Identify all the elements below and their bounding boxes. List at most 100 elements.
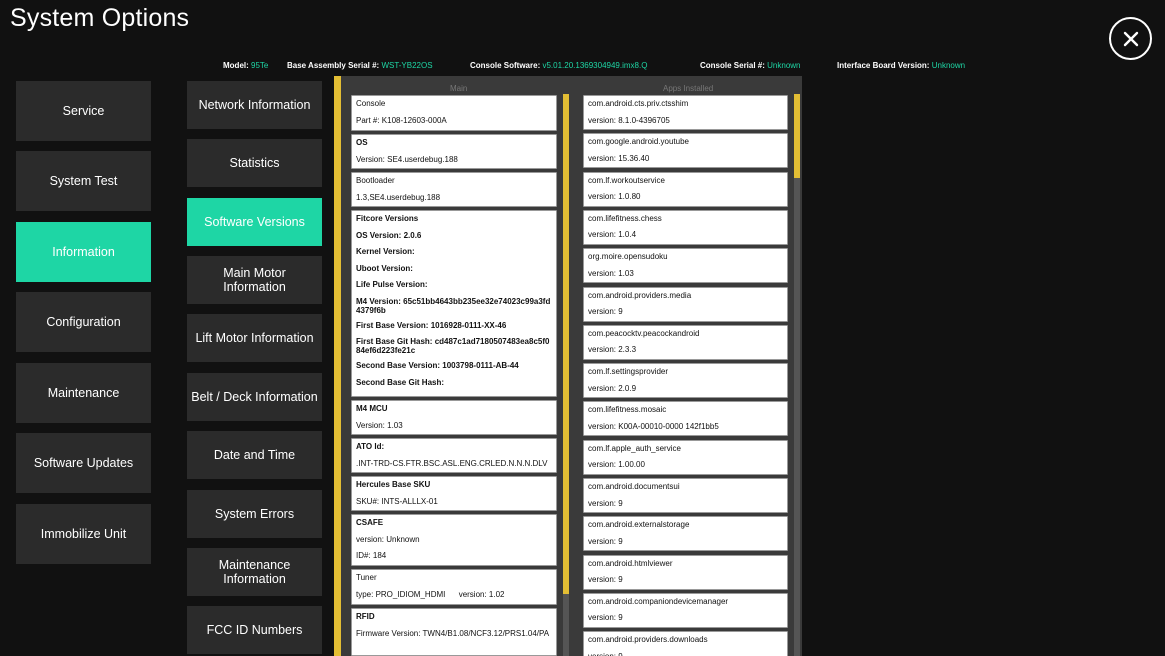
card-title: Console — [356, 99, 386, 108]
card-title: OS — [356, 138, 368, 147]
page-title: System Options — [10, 4, 190, 32]
main-scrollbar-thumb[interactable] — [563, 94, 569, 594]
subnav-belt-deck-information[interactable]: Belt / Deck Information — [187, 373, 322, 421]
app-name: com.android.cts.priv.ctsshim — [588, 99, 689, 108]
app-version: version: K00A-00010-0000 142f1bb5 — [588, 421, 719, 431]
app-name: com.lifefitness.mosaic — [588, 405, 667, 415]
app-name: com.android.providers.downloads — [588, 635, 708, 645]
card-value: Version: SE4.userdebug.188 — [356, 154, 458, 164]
close-icon — [1123, 31, 1138, 46]
sidebar-item-software-updates[interactable]: Software Updates — [16, 433, 151, 493]
app-version: version: 15.36.40 — [588, 153, 650, 163]
subnav-main-motor-information[interactable]: Main Motor Information — [187, 256, 322, 304]
card-console: Console Part #: K108-12603-000A — [351, 95, 557, 131]
subnav-software-versions[interactable]: Software Versions — [187, 198, 322, 246]
card-value: OS Version: 2.0.6 — [356, 230, 422, 240]
card-title: Fitcore Versions — [356, 214, 419, 223]
app-card: com.android.providers.media version: 9 — [583, 286, 788, 322]
card-tuner: Tuner type: PRO_IDIOM_HDMI version: 1.02 — [351, 569, 557, 605]
sidebar-item-system-test[interactable]: System Test — [16, 151, 151, 211]
card-fitcore-versions: Fitcore Versions OS Version: 2.0.6 Kerne… — [351, 210, 557, 397]
app-name: com.android.externalstorage — [588, 520, 690, 530]
app-name: com.android.companiondevicemanager — [588, 596, 729, 606]
sidebar-item-configuration[interactable]: Configuration — [16, 292, 151, 352]
sidebar-item-immobilize-unit[interactable]: Immobilize Unit — [16, 504, 151, 564]
card-value: Second Base Git Hash: — [356, 377, 445, 387]
app-card: com.lf.settingsprovider version: 2.0.9 — [583, 363, 788, 399]
app-name: com.lf.apple_auth_service — [588, 443, 681, 453]
card-m4-mcu: M4 MCU Version: 1.03 — [351, 400, 557, 435]
app-name: com.android.htmlviewer — [588, 558, 673, 568]
sidebar-item-maintenance[interactable]: Maintenance — [16, 363, 151, 423]
card-value: First Base Version: 1016928-0111-XX-46 — [356, 320, 507, 330]
app-card: com.android.documentsui version: 9 — [583, 478, 788, 513]
card-title: Hercules Base SKU — [356, 480, 431, 489]
card-title: Bootloader — [356, 176, 395, 185]
app-version: version: 1.00.00 — [588, 460, 645, 470]
app-name: com.lifefitness.chess — [588, 213, 662, 223]
app-version: version: 1.0.80 — [588, 192, 641, 202]
card-title: ATO Id: — [356, 442, 385, 451]
app-version: version: 1.0.4 — [588, 230, 637, 240]
card-title: CSAFE — [356, 518, 384, 527]
app-name: com.lf.settingsprovider — [588, 367, 669, 377]
card-value: Uboot Version: — [356, 263, 413, 273]
app-version: version: 8.1.0-4396705 — [588, 115, 670, 125]
app-version: version: 9 — [588, 536, 623, 546]
card-value: ID#: 184 — [356, 551, 387, 560]
app-card: org.moire.opensudoku version: 1.03 — [583, 248, 788, 284]
card-csafe: CSAFE version: Unknown ID#: 184 — [351, 514, 557, 566]
main-column-header: Main — [450, 84, 468, 93]
app-version: version: 9 — [588, 307, 623, 316]
subnav-date-and-time[interactable]: Date and Time — [187, 431, 322, 479]
card-hercules-base-sku: Hercules Base SKU SKU#: INTS-ALLLX-01 — [351, 476, 557, 511]
card-value: Firmware Version: TWN4/B1.08/NCF3.12/PRS… — [356, 628, 550, 638]
app-card: com.peacocktv.peacockandroid version: 2.3… — [583, 324, 788, 360]
apps-scrollbar-thumb[interactable] — [794, 94, 800, 178]
app-card: com.android.htmlviewer version: 9 — [583, 554, 788, 590]
card-value: M4 Version: 65c51bb4643bb235ee32e74023c9… — [356, 296, 551, 315]
card-value: Kernel Version: — [356, 247, 415, 256]
app-version: version: 9 — [588, 652, 783, 656]
app-name: com.peacocktv.peacockandroid — [588, 328, 700, 338]
app-name: com.lf.workoutservice — [588, 175, 665, 185]
close-button[interactable] — [1109, 17, 1152, 60]
card-value: .INT-TRD-CS.FTR.BSC.ASL.ENG.CRLED.N.N.N.… — [356, 458, 548, 468]
subnav-statistics[interactable]: Statistics — [187, 139, 322, 187]
sidebar-item-information[interactable]: Information — [16, 222, 151, 282]
info-console-software: Console Software: v5.01.20.1369304949.im… — [470, 61, 648, 70]
app-version: version: 9 — [588, 613, 623, 623]
card-value: type: PRO_IDIOM_HDMI version: 1.02 — [356, 589, 505, 599]
app-card: com.android.externalstorage version: 9 — [583, 516, 788, 552]
subnav-maintenance-information[interactable]: Maintenance Information — [187, 548, 322, 596]
info-interface-board: Interface Board Version: Unknown — [837, 61, 966, 70]
card-title: Tuner — [356, 573, 377, 582]
card-value: 1.3,SE4.userdebug.188 — [356, 192, 441, 202]
card-value: Second Base Version: 1003798-0111-AB-44 — [356, 361, 519, 370]
info-base-serial: Base Assembly Serial #: WST-YB22OS — [287, 61, 433, 70]
subnav-network-information[interactable]: Network Information — [187, 81, 322, 129]
app-card: com.lf.apple_auth_service version: 1.00.0… — [583, 439, 788, 475]
app-card: com.android.cts.priv.ctsshim version: 8.1… — [583, 95, 788, 130]
card-title: M4 MCU — [356, 404, 388, 413]
card-value: Version: 1.03 — [356, 420, 403, 430]
card-value: First Base Git Hash: cd487c1ad7180507483… — [356, 337, 550, 355]
app-name: com.android.providers.media — [588, 290, 692, 300]
apps-scrollbar-track[interactable] — [794, 94, 800, 656]
app-version: version: 2.0.9 — [588, 383, 637, 393]
app-name: org.moire.opensudoku — [588, 252, 668, 262]
sidebar-item-service[interactable]: Service — [16, 81, 151, 141]
card-value: Part #: K108-12603-000A — [356, 115, 447, 125]
app-card: com.lf.workoutservice version: 1.0.80 — [583, 171, 788, 207]
subnav-fcc-id-numbers[interactable]: FCC ID Numbers — [187, 606, 322, 654]
app-name: com.android.documentsui — [588, 482, 680, 491]
subnav-lift-motor-information[interactable]: Lift Motor Information — [187, 314, 322, 362]
app-card: com.lifefitness.chess version: 1.0.4 — [583, 209, 788, 245]
app-card: com.android.providers.downloads version: … — [583, 631, 788, 656]
panel-accent-bar — [334, 76, 341, 656]
app-card: com.android.companiondevicemanager versio… — [583, 592, 788, 628]
app-version: version: 1.03 — [588, 268, 634, 278]
card-title: RFID — [356, 612, 375, 621]
subnav-system-errors[interactable]: System Errors — [187, 490, 322, 538]
info-model: Model: 95Te — [223, 61, 269, 70]
